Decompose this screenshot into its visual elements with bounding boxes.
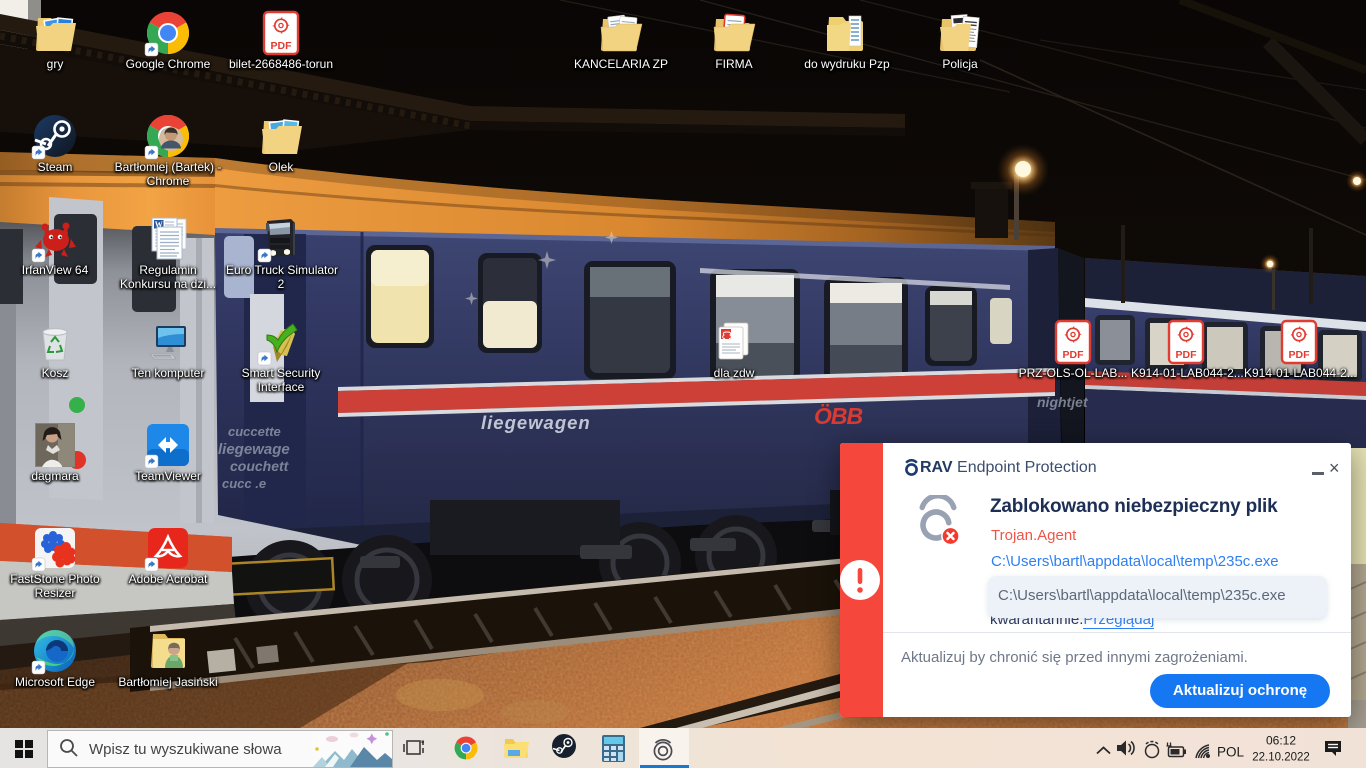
svg-text:06:12: 06:12 — [1266, 734, 1296, 748]
svg-text:cuccette: cuccette — [228, 424, 281, 439]
svg-text:couchett: couchett — [230, 458, 290, 474]
svg-text:22.10.2022: 22.10.2022 — [1252, 752, 1310, 764]
svg-text:nightjet: nightjet — [1037, 394, 1089, 410]
svg-text:ÖBB: ÖBB — [814, 403, 863, 429]
svg-text:cucc .e: cucc .e — [222, 476, 266, 491]
svg-text:liegewage: liegewage — [218, 441, 290, 458]
svg-text:POL: POL — [1217, 745, 1245, 760]
svg-text:Wpisz tu wyszukiwane słowa: Wpisz tu wyszukiwane słowa — [89, 741, 282, 758]
svg-text:liegewagen: liegewagen — [481, 412, 591, 433]
